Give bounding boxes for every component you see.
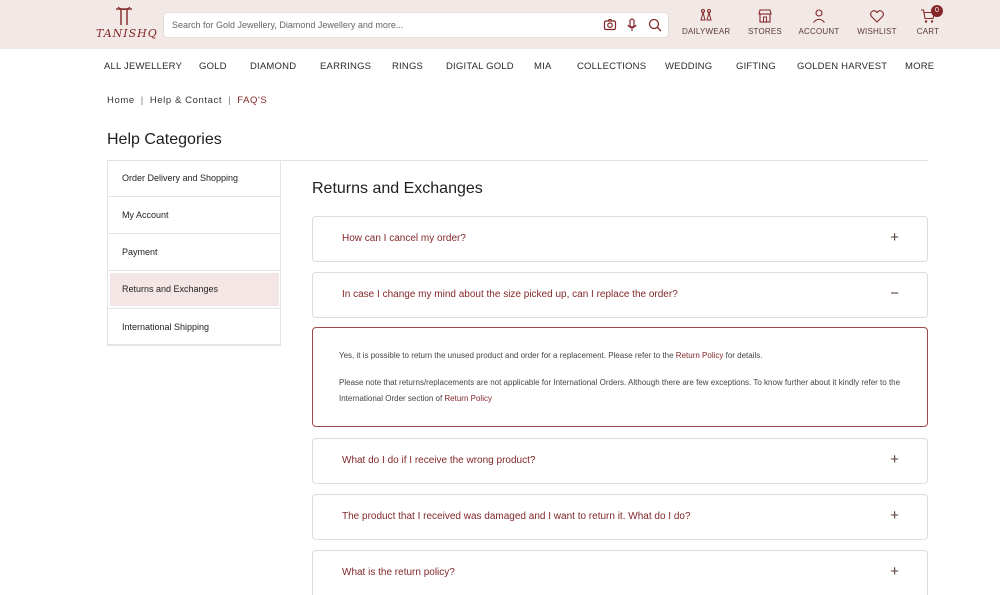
expand-plus-icon[interactable]: +	[890, 563, 899, 580]
breadcrumb-current: FAQ'S	[237, 95, 268, 106]
help-categories-sidebar: Order Delivery and Shopping My Account P…	[107, 160, 281, 346]
logo-text: TANISHQ	[96, 27, 158, 40]
category-all-jewellery[interactable]: ALL JEWELLERY	[104, 61, 182, 72]
heart-icon	[870, 10, 884, 23]
faq-answer-panel: Yes, it is possible to return the unused…	[312, 327, 928, 427]
answer-paragraph-2: Please note that returns/replacements ar…	[339, 375, 909, 407]
faq-question: The product that I received was damaged …	[342, 511, 691, 522]
faq-item[interactable]: What is the return policy? +	[312, 550, 928, 595]
sidebar-item-my-account[interactable]: My Account	[108, 197, 280, 234]
category-golden-harvest[interactable]: GOLDEN HARVEST	[797, 61, 887, 72]
nav-dailywear[interactable]: DAILYWEAR	[682, 8, 730, 36]
category-more[interactable]: MORE	[905, 61, 934, 72]
help-categories-title: Help Categories	[107, 131, 222, 148]
nav-wishlist[interactable]: WISHLIST	[856, 8, 898, 36]
answer-text: Please note that returns/replacements ar…	[339, 378, 901, 403]
breadcrumb: Home | Help & Contact | FAQ'S	[107, 95, 267, 106]
camera-search-icon[interactable]	[602, 17, 618, 33]
expand-plus-icon[interactable]: +	[890, 451, 899, 468]
faq-question: How can I cancel my order?	[342, 233, 466, 244]
answer-paragraph-1: Yes, it is possible to return the unused…	[339, 348, 909, 364]
return-policy-link[interactable]: Return Policy	[444, 394, 492, 403]
sidebar-item-order-delivery[interactable]: Order Delivery and Shopping	[108, 160, 280, 197]
search-input[interactable]	[172, 13, 592, 37]
nav-stores[interactable]: STORES	[745, 8, 785, 36]
site-header: TANISHQ DAILYWEAR STORES ACCOUNT WISHLIS…	[0, 0, 1000, 49]
nav-dailywear-label: DAILYWEAR	[682, 27, 731, 36]
earring-icon	[700, 9, 712, 21]
answer-text: for details.	[723, 351, 763, 360]
sidebar-item-international-shipping[interactable]: International Shipping	[108, 308, 280, 345]
logo-mark-icon	[116, 6, 132, 25]
store-icon	[758, 9, 772, 23]
return-policy-link[interactable]: Return Policy	[676, 351, 724, 360]
collapse-minus-icon[interactable]: −	[890, 285, 899, 302]
faq-question: What is the return policy?	[342, 567, 455, 578]
category-digital-gold[interactable]: DIGITAL GOLD	[446, 61, 514, 72]
nav-cart[interactable]: 0 CART	[914, 5, 943, 36]
section-title: Returns and Exchanges	[312, 180, 483, 197]
microphone-icon[interactable]	[624, 17, 640, 33]
nav-account-label: ACCOUNT	[798, 27, 840, 36]
category-mia[interactable]: MIA	[534, 61, 552, 72]
faq-question: What do I do if I receive the wrong prod…	[342, 455, 536, 466]
category-rings[interactable]: RINGS	[392, 61, 423, 72]
search-bar	[163, 12, 669, 38]
nav-account[interactable]: ACCOUNT	[798, 8, 840, 36]
faq-item-expanded[interactable]: In case I change my mind about the size …	[312, 272, 928, 318]
nav-cart-label: CART	[916, 27, 940, 36]
nav-wishlist-label: WISHLIST	[857, 27, 897, 36]
sidebar-item-returns-exchanges[interactable]: Returns and Exchanges	[110, 273, 279, 306]
category-gold[interactable]: GOLD	[199, 61, 227, 72]
breadcrumb-help-contact[interactable]: Help & Contact	[150, 95, 222, 106]
category-collections[interactable]: COLLECTIONS	[577, 61, 646, 72]
category-wedding[interactable]: WEDDING	[665, 61, 712, 72]
category-gifting[interactable]: GIFTING	[736, 61, 776, 72]
faq-item[interactable]: The product that I received was damaged …	[312, 494, 928, 540]
breadcrumb-home[interactable]: Home	[107, 95, 135, 106]
search-icon[interactable]	[647, 17, 663, 33]
expand-plus-icon[interactable]: +	[890, 507, 899, 524]
sidebar-item-payment[interactable]: Payment	[108, 234, 280, 271]
category-diamond[interactable]: DIAMOND	[250, 61, 296, 72]
expand-plus-icon[interactable]: +	[890, 229, 899, 246]
breadcrumb-separator: |	[228, 95, 232, 106]
answer-text: Yes, it is possible to return the unused…	[339, 351, 676, 360]
category-nav: ALL JEWELLERY GOLD DIAMOND EARRINGS RING…	[0, 49, 1000, 83]
cart-count-badge: 0	[931, 5, 943, 17]
tanishq-logo[interactable]: TANISHQ	[96, 6, 158, 44]
faq-item[interactable]: How can I cancel my order? +	[312, 216, 928, 262]
faq-question: In case I change my mind about the size …	[342, 289, 678, 300]
nav-stores-label: STORES	[748, 27, 782, 36]
user-icon	[813, 9, 825, 23]
faq-item[interactable]: What do I do if I receive the wrong prod…	[312, 438, 928, 484]
category-earrings[interactable]: EARRINGS	[320, 61, 371, 72]
breadcrumb-separator: |	[140, 95, 144, 106]
